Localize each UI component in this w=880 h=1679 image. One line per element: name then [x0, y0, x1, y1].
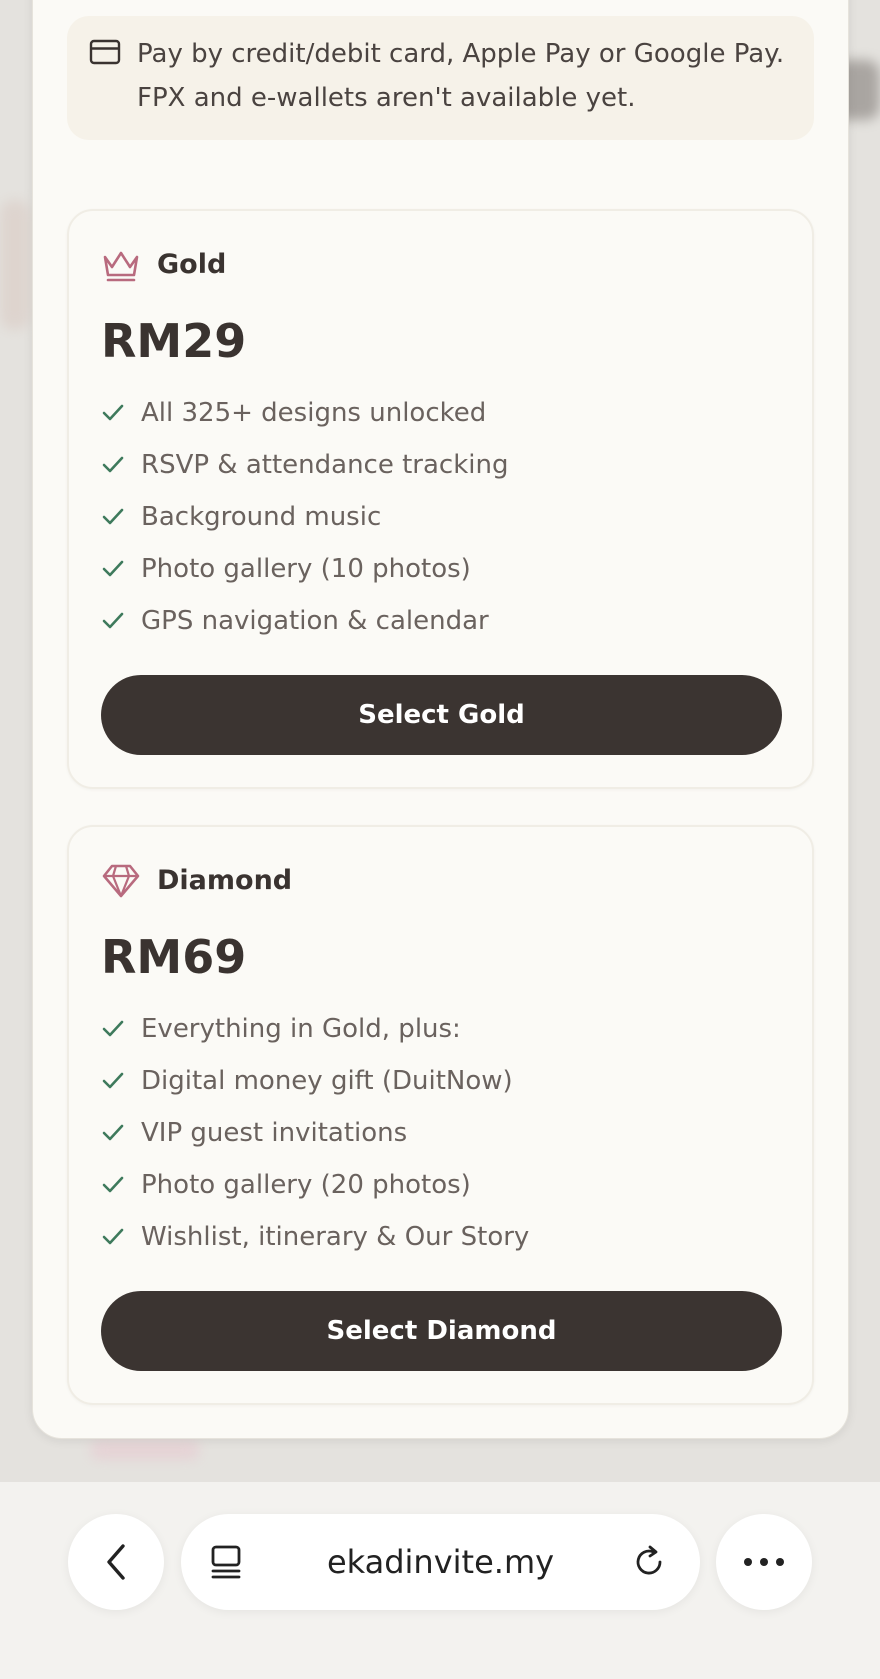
url-text: ekadinvite.my — [326, 1543, 555, 1581]
feature-item: All 325+ designs unlocked — [101, 387, 508, 439]
payment-notice: Pay by credit/debit card, Apple Pay or G… — [67, 16, 814, 140]
check-icon — [102, 1020, 124, 1037]
feature-list: All 325+ designs unlocked RSVP & attenda… — [101, 387, 508, 647]
back-button[interactable] — [68, 1514, 164, 1610]
check-icon — [102, 456, 124, 473]
check-icon — [102, 560, 124, 577]
check-icon — [102, 1072, 124, 1089]
more-button[interactable] — [716, 1514, 812, 1610]
feature-item: VIP guest invitations — [101, 1107, 529, 1159]
plan-name: Gold — [157, 249, 227, 280]
reload-icon[interactable] — [631, 1544, 667, 1580]
check-icon — [102, 404, 124, 421]
feature-item: Background music — [101, 491, 508, 543]
plan-card-diamond: Diamond RM69 Everything in Gold, plus: D… — [67, 825, 814, 1405]
more-icon — [744, 1558, 784, 1566]
feature-item: Digital money gift (DuitNow) — [101, 1055, 529, 1107]
check-icon — [102, 1228, 124, 1245]
chevron-left-icon — [107, 1544, 125, 1580]
feature-text: VIP guest invitations — [141, 1118, 408, 1148]
feature-item: Photo gallery (20 photos) — [101, 1159, 529, 1211]
select-gold-button[interactable]: Select Gold — [101, 675, 782, 755]
feature-text: Everything in Gold, plus: — [141, 1014, 461, 1044]
feature-text: RSVP & attendance tracking — [141, 450, 509, 480]
select-diamond-button[interactable]: Select Diamond — [101, 1291, 782, 1371]
check-icon — [102, 1176, 124, 1193]
feature-item: RSVP & attendance tracking — [101, 439, 508, 491]
check-icon — [102, 612, 124, 629]
background-decoration — [90, 1440, 200, 1460]
feature-text: Photo gallery (20 photos) — [141, 1170, 471, 1200]
feature-text: Wishlist, itinerary & Our Story — [141, 1222, 530, 1252]
feature-text: Digital money gift (DuitNow) — [141, 1066, 513, 1096]
background-decoration — [0, 200, 30, 330]
diamond-icon — [102, 864, 140, 898]
feature-text: Photo gallery (10 photos) — [141, 554, 471, 584]
crown-icon — [103, 251, 139, 282]
check-icon — [102, 508, 124, 525]
credit-card-icon — [89, 39, 121, 65]
feature-text: GPS navigation & calendar — [141, 606, 489, 636]
plan-price: RM69 — [101, 930, 247, 984]
plan-card-gold: Gold RM29 All 325+ designs unlocked RSVP… — [67, 209, 814, 789]
check-icon — [102, 1124, 124, 1141]
feature-item: Photo gallery (10 photos) — [101, 543, 508, 595]
plan-price: RM29 — [101, 314, 247, 368]
browser-toolbar: ekadinvite.my — [0, 1482, 880, 1679]
feature-text: All 325+ designs unlocked — [141, 398, 487, 428]
payment-notice-text: Pay by credit/debit card, Apple Pay or G… — [137, 39, 785, 113]
feature-item: Everything in Gold, plus: — [101, 1003, 529, 1055]
feature-item: Wishlist, itinerary & Our Story — [101, 1211, 529, 1263]
feature-text: Background music — [141, 502, 382, 532]
feature-list: Everything in Gold, plus: Digital money … — [101, 1003, 529, 1263]
feature-item: GPS navigation & calendar — [101, 595, 508, 647]
pricing-sheet: Pay by credit/debit card, Apple Pay or G… — [32, 0, 849, 1439]
plan-name: Diamond — [157, 865, 293, 896]
address-bar[interactable]: ekadinvite.my — [181, 1514, 700, 1610]
